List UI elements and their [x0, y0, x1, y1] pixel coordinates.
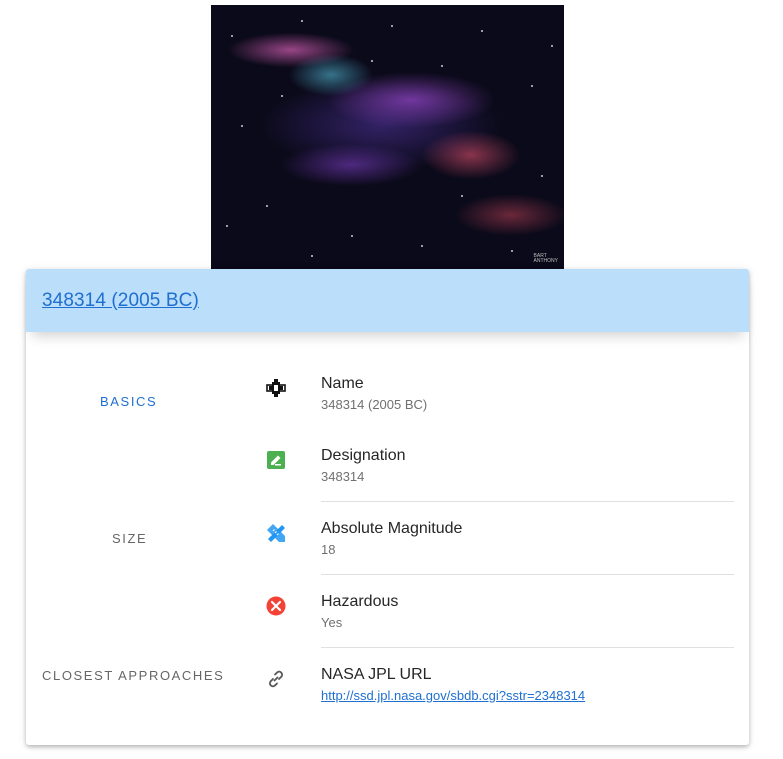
nasa-jpl-url-label: NASA JPL URL [321, 666, 432, 683]
section-closest-approaches[interactable]: CLOSEST APPROACHES [42, 668, 224, 683]
absolute-magnitude-value: 18 [321, 542, 336, 557]
hazardous-value: Yes [321, 615, 343, 630]
name-label: Name [321, 375, 364, 392]
card-header: 348314 (2005 BC) [26, 269, 749, 332]
nasa-jpl-url-link[interactable]: http://ssd.jpl.nasa.gov/sbdb.cgi?sstr=23… [321, 688, 585, 703]
link-icon [269, 670, 283, 688]
ruler-pencil-icon [267, 524, 285, 542]
designation-value: 348314 [321, 469, 365, 484]
asteroid-title-link[interactable]: 348314 (2005 BC) [42, 290, 199, 312]
section-basics[interactable]: BASICS [100, 394, 157, 409]
designation-label: Designation [321, 447, 406, 464]
hazardous-label: Hazardous [321, 593, 399, 610]
absolute-magnitude-label: Absolute Magnitude [321, 520, 463, 537]
nasa-jpl-url-row: NASA JPL URL http://ssd.jpl.nasa.gov/sbd… [261, 658, 734, 730]
asteroid-card: 348314 (2005 BC) BASICS SIZE CLOSEST APP… [26, 269, 749, 745]
edit-icon [267, 451, 285, 469]
satellite-icon [266, 379, 286, 397]
close-circle-icon [266, 596, 286, 616]
section-size[interactable]: SIZE [112, 531, 147, 546]
divider [321, 574, 734, 575]
nebula-image: BART ANTHONY [211, 5, 564, 269]
name-value: 348314 (2005 BC) [321, 397, 428, 412]
divider [321, 647, 734, 648]
image-credit: BART ANTHONY [533, 253, 558, 264]
divider [321, 501, 734, 502]
name-row: Name 348314 (2005 BC) [261, 367, 734, 439]
